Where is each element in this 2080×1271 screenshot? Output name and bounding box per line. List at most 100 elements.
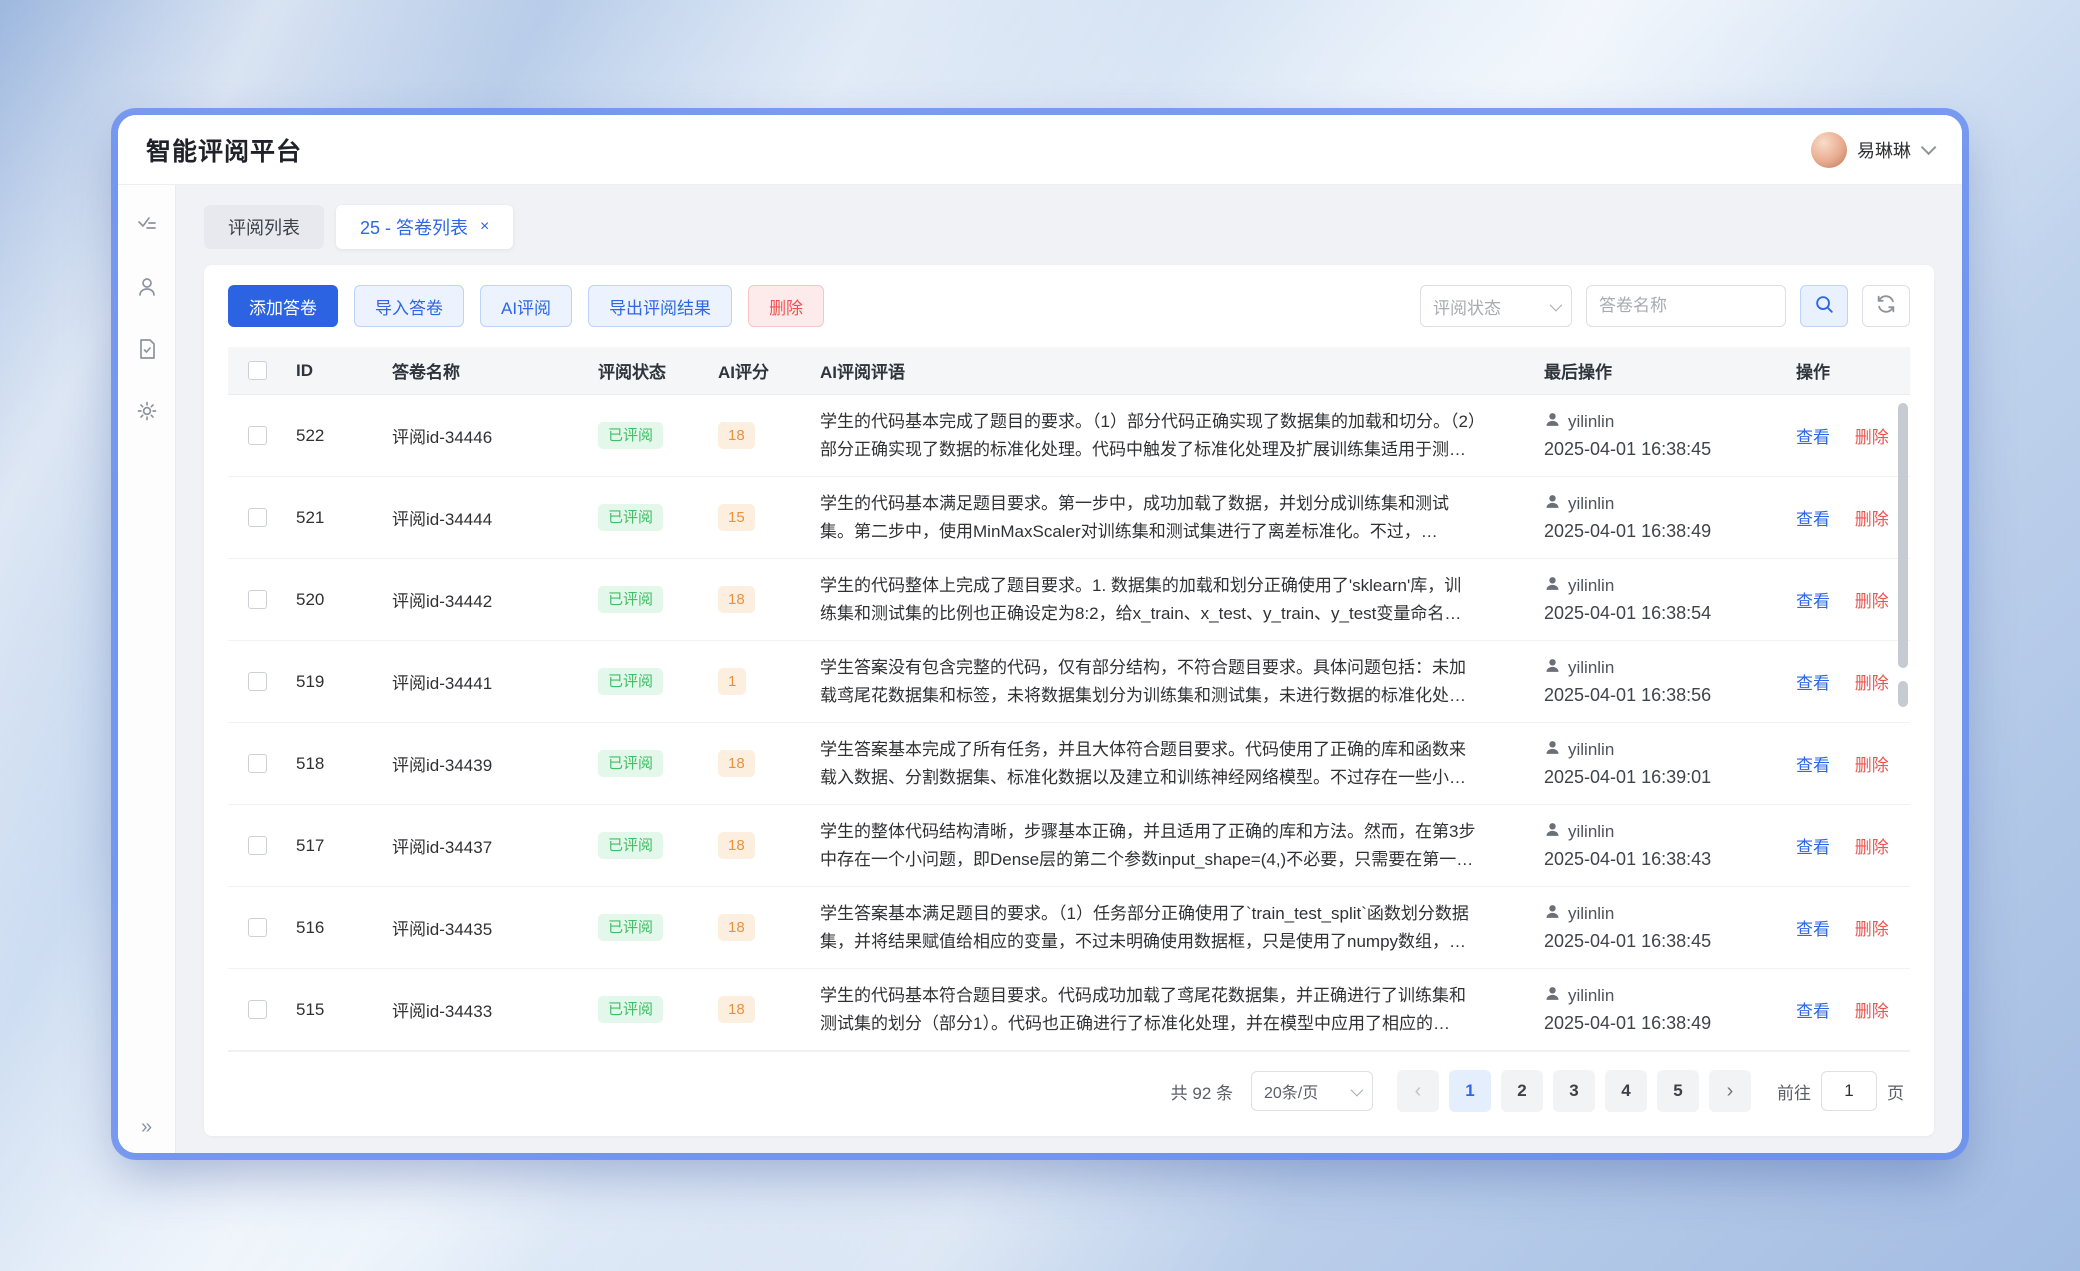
review-tasks-icon[interactable] bbox=[135, 213, 159, 237]
refresh-button[interactable] bbox=[1862, 285, 1910, 327]
goto-page-input[interactable] bbox=[1821, 1071, 1877, 1111]
delete-link[interactable]: 删除 bbox=[1855, 1002, 1889, 1021]
status-badge: 已评阅 bbox=[598, 504, 663, 531]
operator-name: yilinlin bbox=[1568, 740, 1614, 760]
delete-link[interactable]: 删除 bbox=[1855, 592, 1889, 611]
user-icon bbox=[1544, 903, 1561, 925]
next-page-button[interactable]: › bbox=[1709, 1070, 1751, 1112]
row-checkbox[interactable] bbox=[248, 590, 267, 609]
prev-page-button[interactable]: ‹ bbox=[1397, 1070, 1439, 1112]
operator-name: yilinlin bbox=[1568, 904, 1614, 924]
view-link[interactable]: 查看 bbox=[1796, 674, 1830, 693]
cell-id: 516 bbox=[286, 918, 382, 938]
view-link[interactable]: 查看 bbox=[1796, 1002, 1830, 1021]
cell-last-op: yilinlin 2025-04-01 16:38:54 bbox=[1534, 575, 1786, 624]
ai-review-button[interactable]: AI评阅 bbox=[480, 285, 572, 327]
search-icon bbox=[1813, 293, 1835, 320]
row-checkbox[interactable] bbox=[248, 836, 267, 855]
view-link[interactable]: 查看 bbox=[1796, 592, 1830, 611]
cell-name: 评阅id-34437 bbox=[382, 833, 588, 858]
delete-link[interactable]: 删除 bbox=[1855, 838, 1889, 857]
view-link[interactable]: 查看 bbox=[1796, 428, 1830, 447]
toolbar: 添加答卷 导入答卷 AI评阅 导出评阅结果 删除 评阅状态 bbox=[228, 285, 1910, 327]
row-checkbox[interactable] bbox=[248, 672, 267, 691]
table-row: 520 评阅id-34442 已评阅 18 学生的代码整体上完成了题目要求。1.… bbox=[228, 559, 1910, 641]
sidebar-collapse-button[interactable]: » bbox=[118, 1116, 175, 1139]
import-answer-button[interactable]: 导入答卷 bbox=[354, 285, 464, 327]
table-row: 521 评阅id-34444 已评阅 15 学生的代码基本满足题目要求。第一步中… bbox=[228, 477, 1910, 559]
score-badge: 18 bbox=[718, 832, 755, 859]
header-status: 评阅状态 bbox=[588, 358, 708, 383]
last-op-time: 2025-04-01 16:38:49 bbox=[1544, 521, 1776, 542]
user-icon bbox=[1544, 575, 1561, 597]
table-header-row: ID 答卷名称 评阅状态 AI评分 AI评阅评语 最后操作 操作 bbox=[228, 347, 1910, 395]
view-link[interactable]: 查看 bbox=[1796, 510, 1830, 529]
page-size-select[interactable]: 20条/页 bbox=[1251, 1071, 1373, 1111]
row-checkbox[interactable] bbox=[248, 1000, 267, 1019]
page-buttons: 12345 bbox=[1449, 1070, 1699, 1112]
answer-name-input[interactable] bbox=[1586, 285, 1786, 327]
cell-id: 521 bbox=[286, 508, 382, 528]
cell-last-op: yilinlin 2025-04-01 16:38:45 bbox=[1534, 411, 1786, 460]
delete-link[interactable]: 删除 bbox=[1855, 510, 1889, 529]
settings-icon[interactable] bbox=[135, 399, 159, 423]
table-row: 522 评阅id-34446 已评阅 18 学生的代码基本完成了题目的要求。（1… bbox=[228, 395, 1910, 477]
cell-actions: 查看 删除 bbox=[1786, 587, 1910, 612]
delete-link[interactable]: 删除 bbox=[1855, 428, 1889, 447]
cell-id: 517 bbox=[286, 836, 382, 856]
page-button-4[interactable]: 4 bbox=[1605, 1070, 1647, 1112]
row-checkbox[interactable] bbox=[248, 918, 267, 937]
scrollbar-thumb-segment[interactable] bbox=[1898, 681, 1908, 707]
page-button-3[interactable]: 3 bbox=[1553, 1070, 1595, 1112]
delete-link[interactable]: 删除 bbox=[1855, 674, 1889, 693]
cell-id: 515 bbox=[286, 1000, 382, 1020]
papers-icon[interactable] bbox=[135, 337, 159, 361]
delete-link[interactable]: 删除 bbox=[1855, 920, 1889, 939]
add-answer-button[interactable]: 添加答卷 bbox=[228, 285, 338, 327]
cell-comment: 学生答案没有包含完整的代码，仅有部分结构，不符合题目要求。具体问题包括：未加载鸢… bbox=[820, 654, 1478, 710]
row-checkbox[interactable] bbox=[248, 426, 267, 445]
delete-button[interactable]: 删除 bbox=[748, 285, 824, 327]
app-window: 智能评阅平台 易琳琳 bbox=[118, 115, 1962, 1153]
last-op-time: 2025-04-01 16:38:45 bbox=[1544, 931, 1776, 952]
header-id: ID bbox=[286, 361, 382, 381]
last-op-time: 2025-04-01 16:38:49 bbox=[1544, 1013, 1776, 1034]
users-icon[interactable] bbox=[135, 275, 159, 299]
search-button[interactable] bbox=[1800, 285, 1848, 327]
user-name: 易琳琳 bbox=[1857, 137, 1911, 163]
cell-name: 评阅id-34435 bbox=[382, 915, 588, 940]
tab-answer-list[interactable]: 25 - 答卷列表 × bbox=[336, 205, 513, 249]
delete-link[interactable]: 删除 bbox=[1855, 756, 1889, 775]
cell-name: 评阅id-34433 bbox=[382, 997, 588, 1022]
table-body: 522 评阅id-34446 已评阅 18 学生的代码基本完成了题目的要求。（1… bbox=[228, 395, 1910, 1051]
status-badge: 已评阅 bbox=[598, 422, 663, 449]
select-all-checkbox[interactable] bbox=[248, 361, 267, 380]
page-button-5[interactable]: 5 bbox=[1657, 1070, 1699, 1112]
table-row: 518 评阅id-34439 已评阅 18 学生答案基本完成了所有任务，并且大体… bbox=[228, 723, 1910, 805]
tab-review-list[interactable]: 评阅列表 bbox=[204, 205, 324, 249]
export-results-button[interactable]: 导出评阅结果 bbox=[588, 285, 732, 327]
sidebar: » bbox=[118, 185, 176, 1153]
row-checkbox[interactable] bbox=[248, 508, 267, 527]
review-status-select[interactable]: 评阅状态 bbox=[1420, 285, 1572, 327]
header-name: 答卷名称 bbox=[382, 358, 588, 383]
page-button-1[interactable]: 1 bbox=[1449, 1070, 1491, 1112]
view-link[interactable]: 查看 bbox=[1796, 920, 1830, 939]
cell-actions: 查看 删除 bbox=[1786, 751, 1910, 776]
operator-name: yilinlin bbox=[1568, 822, 1614, 842]
row-checkbox[interactable] bbox=[248, 754, 267, 773]
view-link[interactable]: 查看 bbox=[1796, 756, 1830, 775]
chevron-down-icon bbox=[1921, 140, 1937, 156]
page-button-2[interactable]: 2 bbox=[1501, 1070, 1543, 1112]
view-link[interactable]: 查看 bbox=[1796, 838, 1830, 857]
chevron-down-icon bbox=[1351, 1083, 1364, 1096]
scrollbar-thumb[interactable] bbox=[1898, 403, 1908, 668]
user-menu[interactable]: 易琳琳 bbox=[1811, 132, 1932, 168]
user-icon bbox=[1544, 739, 1561, 761]
close-icon[interactable]: × bbox=[480, 219, 489, 235]
page-unit-label: 页 bbox=[1887, 1079, 1904, 1104]
cell-comment: 学生的代码整体上完成了题目要求。1. 数据集的加载和划分正确使用了'sklear… bbox=[820, 572, 1478, 628]
vertical-scrollbar[interactable] bbox=[1898, 399, 1908, 1047]
cell-name: 评阅id-34444 bbox=[382, 505, 588, 530]
score-badge: 18 bbox=[718, 996, 755, 1023]
